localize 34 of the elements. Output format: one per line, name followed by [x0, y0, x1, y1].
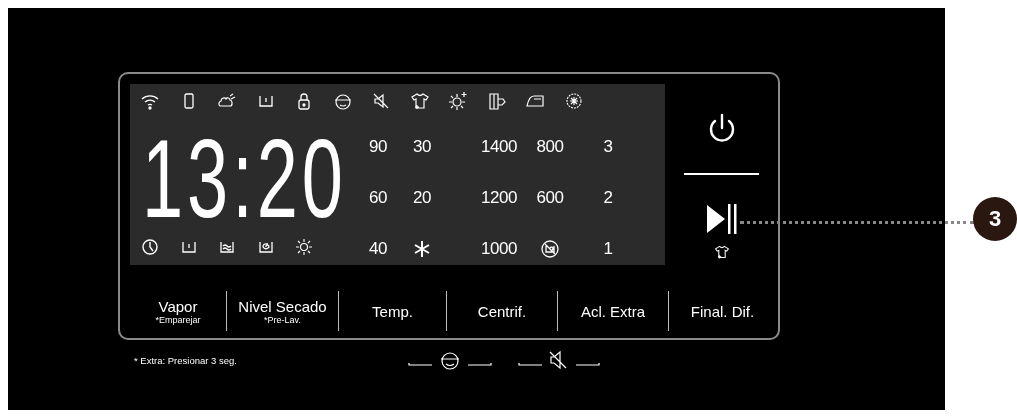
function-button[interactable]: Nivel Secado *Pre-Lav. — [226, 291, 338, 331]
time-readout: 13:20 — [142, 123, 347, 235]
child-face-bracket-icon — [408, 349, 492, 371]
function-button[interactable]: Vapor *Emparejar — [130, 287, 226, 335]
option-value: 1000 — [481, 238, 517, 259]
mute-icon — [371, 91, 391, 111]
option-value: 1 — [603, 238, 613, 259]
option-value: 3 — [603, 136, 613, 157]
footnote: * Extra: Presionar 3 seg. — [134, 354, 238, 366]
sun-icon — [294, 237, 314, 257]
option-value: 1200 — [481, 187, 517, 208]
option-value: 600 — [536, 187, 564, 208]
option-value: 30 — [413, 136, 431, 157]
option-value: 40 — [369, 238, 387, 259]
function-button[interactable]: Centrif. — [446, 291, 557, 331]
child-face-icon — [332, 91, 353, 111]
sun-plus-icon — [448, 91, 468, 111]
function-button[interactable]: Final. Dif. — [668, 291, 776, 331]
clock-icon — [140, 237, 160, 257]
option-value: 60 — [369, 187, 387, 208]
option-value: 800 — [536, 136, 564, 157]
mute-bracket-icon — [518, 349, 600, 371]
shirt-plus-icon — [713, 244, 730, 260]
snowflake-icon — [413, 239, 431, 258]
option-value: 90 — [369, 136, 387, 157]
function-button[interactable]: Acl. Extra — [557, 291, 668, 331]
option-value: 20 — [413, 187, 431, 208]
snowflake-circle-icon — [563, 91, 584, 111]
no-spin-icon — [540, 238, 560, 259]
option-value: 1400 — [481, 136, 517, 157]
function-button[interactable]: Temp. — [338, 291, 446, 331]
callout-number: 3 — [973, 197, 1017, 241]
shirt-plus-icon — [409, 91, 430, 111]
option-value: 2 — [603, 187, 613, 208]
